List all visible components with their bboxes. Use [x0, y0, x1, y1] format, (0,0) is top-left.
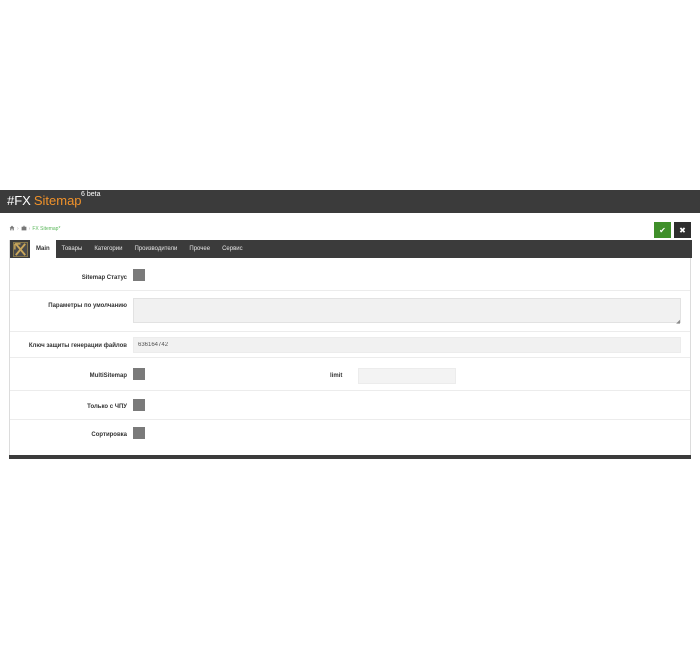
brand-title: #FX Sitemap 6 beta [7, 191, 100, 208]
form-row-status: Sitemap Статус [10, 258, 690, 291]
tab-service[interactable]: Сервис [216, 240, 249, 258]
breadcrumb: › › FX Sitemap* [9, 225, 60, 233]
tab-main[interactable]: Main [30, 240, 56, 258]
brand-version: 6 beta [81, 191, 101, 198]
limit-input[interactable] [358, 368, 456, 384]
form-row-chpu: Только с ЧПУ [10, 391, 690, 420]
defaults-label: Параметры по умолчанию [48, 303, 127, 309]
chpu-checkbox[interactable] [133, 399, 145, 411]
tab-other[interactable]: Прочее [183, 240, 216, 258]
fx-logo [12, 241, 28, 257]
resize-grip-icon[interactable]: ◢ [676, 320, 680, 325]
defaults-textarea[interactable] [133, 298, 681, 323]
brand-prefix: #FX [7, 193, 31, 208]
puzzle-icon[interactable] [21, 225, 27, 233]
form-row-multisitemap: MultiSitemap limit [10, 358, 690, 391]
breadcrumb-separator: › [28, 226, 31, 232]
brand-name: Sitemap [33, 193, 82, 208]
panel-footer-bar [9, 455, 691, 459]
settings-panel: Main Товары Категории Производители Проч… [9, 240, 692, 459]
multisitemap-checkbox[interactable] [133, 368, 145, 380]
tabs: Main Товары Категории Производители Проч… [30, 240, 249, 258]
home-icon[interactable] [9, 225, 15, 233]
form-row-defaults: Параметры по умолчанию ◢ [10, 291, 690, 332]
key-input[interactable] [133, 337, 681, 353]
tab-categories[interactable]: Категории [88, 240, 128, 258]
app-header: #FX Sitemap 6 beta [0, 190, 700, 213]
tab-products[interactable]: Товары [56, 240, 89, 258]
sort-label: Сортировка [91, 432, 127, 438]
breadcrumb-separator: › [17, 226, 19, 232]
check-icon: ✔ [659, 225, 666, 235]
save-button[interactable]: ✔ [654, 222, 671, 238]
form-row-key: Ключ защиты генерации файлов [10, 332, 690, 358]
tab-bar: Main Товары Категории Производители Проч… [10, 240, 692, 258]
multisitemap-label: MultiSitemap [89, 373, 127, 379]
key-label: Ключ защиты генерации файлов [28, 343, 127, 349]
cancel-button[interactable]: ✖ [674, 222, 691, 238]
form-row-sort: Сортировка [10, 420, 690, 454]
chpu-label: Только с ЧПУ [87, 404, 127, 410]
status-checkbox[interactable] [133, 269, 145, 281]
breadcrumb-current[interactable]: FX Sitemap* [32, 226, 60, 232]
tab-manufacturers[interactable]: Производители [128, 240, 183, 258]
limit-label: limit [330, 373, 343, 379]
close-icon: ✖ [679, 225, 686, 235]
status-label: Sitemap Статус [81, 275, 127, 281]
sort-checkbox[interactable] [133, 427, 145, 439]
